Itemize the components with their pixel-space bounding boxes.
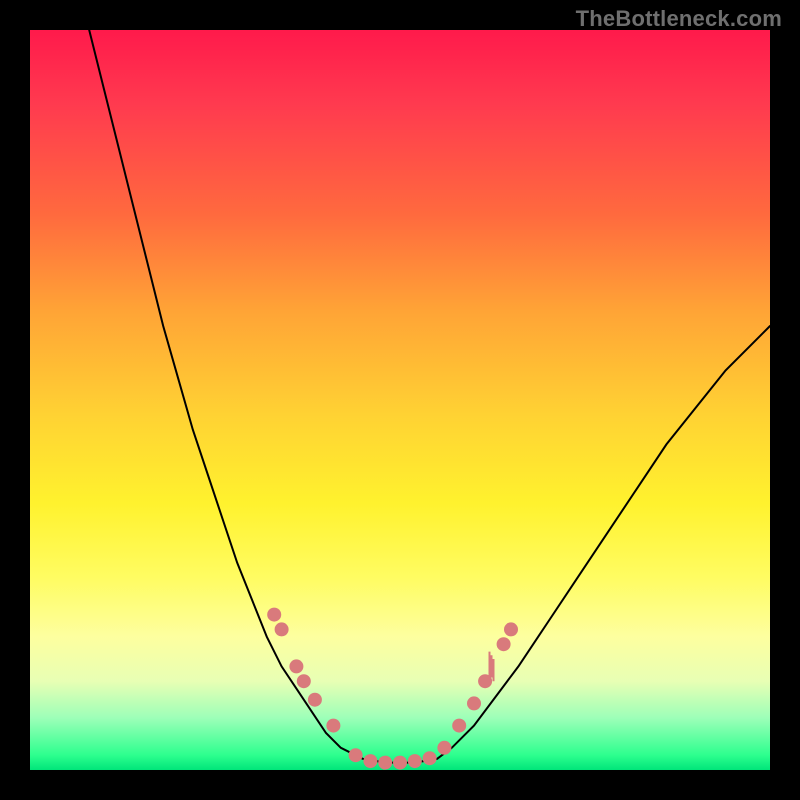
marker-dot bbox=[297, 674, 311, 688]
bottleneck-curve bbox=[89, 30, 770, 763]
marker-dot bbox=[349, 748, 363, 762]
marker-dot bbox=[423, 751, 437, 765]
marker-dot bbox=[408, 754, 422, 768]
marker-dot bbox=[308, 693, 322, 707]
marker-dot bbox=[504, 622, 518, 636]
marker-dot bbox=[326, 719, 340, 733]
marker-dot bbox=[363, 754, 377, 768]
marker-dot bbox=[267, 608, 281, 622]
watermark-text: TheBottleneck.com bbox=[576, 6, 782, 32]
marker-dot bbox=[467, 696, 481, 710]
marker-dot bbox=[275, 622, 289, 636]
chart-svg bbox=[30, 30, 770, 770]
curve-layer bbox=[89, 30, 770, 763]
marker-dot bbox=[452, 719, 466, 733]
marker-dot bbox=[289, 659, 303, 673]
plot-area bbox=[30, 30, 770, 770]
marker-dot bbox=[393, 756, 407, 770]
marker-dot bbox=[378, 756, 392, 770]
marker-layer bbox=[267, 608, 518, 770]
marker-dot bbox=[497, 637, 511, 651]
marker-dot bbox=[437, 741, 451, 755]
marker-dot bbox=[478, 674, 492, 688]
chart-frame: TheBottleneck.com bbox=[0, 0, 800, 800]
